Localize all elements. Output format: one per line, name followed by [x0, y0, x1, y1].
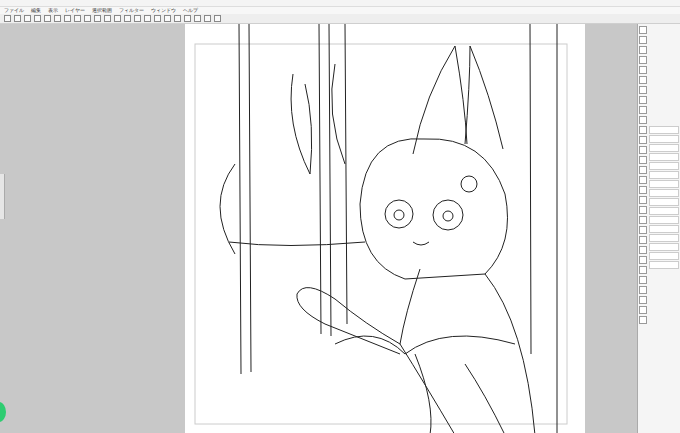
command-icon[interactable] — [134, 15, 141, 22]
tool-icon[interactable] — [639, 66, 647, 74]
tool-panel — [637, 24, 680, 433]
left-dock-strip — [0, 174, 5, 219]
tool-icon[interactable] — [639, 226, 647, 234]
tool-icon[interactable] — [639, 286, 647, 294]
command-icon[interactable] — [74, 15, 81, 22]
tool-icon[interactable] — [639, 156, 647, 164]
layer-row[interactable] — [649, 207, 679, 215]
command-icon[interactable] — [64, 15, 71, 22]
tool-icon[interactable] — [639, 216, 647, 224]
menu-item[interactable]: ファイル — [4, 7, 24, 14]
menu-item[interactable]: 編集 — [31, 7, 41, 14]
layer-row[interactable] — [649, 144, 679, 152]
tool-icon[interactable] — [639, 116, 647, 124]
command-icon[interactable] — [164, 15, 171, 22]
menu-bar: ファイル編集表示レイヤー選択範囲フィルターウィンドウヘルプ — [0, 7, 680, 14]
tool-icon[interactable] — [639, 86, 647, 94]
menu-item[interactable]: ヘルプ — [183, 7, 198, 14]
tool-icon[interactable] — [639, 196, 647, 204]
command-icon[interactable] — [24, 15, 31, 22]
tool-icon[interactable] — [639, 236, 647, 244]
command-icon[interactable] — [44, 15, 51, 22]
tool-icon[interactable] — [639, 126, 647, 134]
command-icon[interactable] — [114, 15, 121, 22]
layer-row[interactable] — [649, 261, 679, 269]
layer-row[interactable] — [649, 243, 679, 251]
command-icon[interactable] — [184, 15, 191, 22]
menu-item[interactable]: 選択範囲 — [92, 7, 112, 14]
title-bar — [0, 0, 680, 7]
layer-row[interactable] — [649, 171, 679, 179]
command-icon[interactable] — [84, 15, 91, 22]
menu-item[interactable]: フィルター — [119, 7, 144, 14]
command-icon[interactable] — [4, 15, 11, 22]
command-bar — [0, 14, 680, 24]
layer-row[interactable] — [649, 126, 679, 134]
drawing-canvas[interactable] — [185, 24, 585, 433]
tool-icon[interactable] — [639, 276, 647, 284]
command-icon[interactable] — [94, 15, 101, 22]
line-art-illustration — [185, 24, 585, 433]
tool-icon[interactable] — [639, 316, 647, 324]
menu-item[interactable]: 表示 — [48, 7, 58, 14]
tool-icon[interactable] — [639, 56, 647, 64]
layer-list — [649, 26, 679, 431]
command-icon[interactable] — [194, 15, 201, 22]
command-icon[interactable] — [124, 15, 131, 22]
tool-icon[interactable] — [639, 46, 647, 54]
command-icon[interactable] — [174, 15, 181, 22]
menu-item[interactable]: レイヤー — [65, 7, 85, 14]
tool-icon[interactable] — [639, 96, 647, 104]
tool-icon[interactable] — [639, 186, 647, 194]
layer-row[interactable] — [649, 162, 679, 170]
command-icon[interactable] — [34, 15, 41, 22]
layer-row[interactable] — [649, 225, 679, 233]
tool-icon[interactable] — [639, 76, 647, 84]
tool-icon[interactable] — [639, 146, 647, 154]
tool-icon[interactable] — [639, 36, 647, 44]
tool-icon[interactable] — [639, 26, 647, 34]
command-icon[interactable] — [154, 15, 161, 22]
tool-icon[interactable] — [639, 176, 647, 184]
command-icon[interactable] — [214, 15, 221, 22]
tool-icon[interactable] — [639, 106, 647, 114]
tool-icon[interactable] — [639, 136, 647, 144]
tool-icon[interactable] — [639, 256, 647, 264]
menu-item[interactable]: ウィンドウ — [151, 7, 176, 14]
command-icon[interactable] — [54, 15, 61, 22]
workspace — [0, 24, 680, 433]
tool-column — [639, 26, 647, 431]
tool-icon[interactable] — [639, 246, 647, 254]
command-icon[interactable] — [144, 15, 151, 22]
command-icon[interactable] — [204, 15, 211, 22]
layer-row[interactable] — [649, 252, 679, 260]
layer-row[interactable] — [649, 198, 679, 206]
right-gray-area — [585, 24, 637, 433]
tool-icon[interactable] — [639, 306, 647, 314]
floating-button-icon[interactable] — [0, 402, 6, 422]
tool-icon[interactable] — [639, 206, 647, 214]
tool-icon[interactable] — [639, 166, 647, 174]
left-gray-area — [0, 24, 185, 433]
tool-icon[interactable] — [639, 296, 647, 304]
layer-row[interactable] — [649, 189, 679, 197]
layer-row[interactable] — [649, 180, 679, 188]
command-icon[interactable] — [104, 15, 111, 22]
layer-row[interactable] — [649, 234, 679, 242]
layer-row[interactable] — [649, 153, 679, 161]
app-window: ファイル編集表示レイヤー選択範囲フィルターウィンドウヘルプ — [0, 0, 680, 433]
tool-icon[interactable] — [639, 266, 647, 274]
layer-row[interactable] — [649, 135, 679, 143]
command-icon[interactable] — [14, 15, 21, 22]
layer-row[interactable] — [649, 216, 679, 224]
